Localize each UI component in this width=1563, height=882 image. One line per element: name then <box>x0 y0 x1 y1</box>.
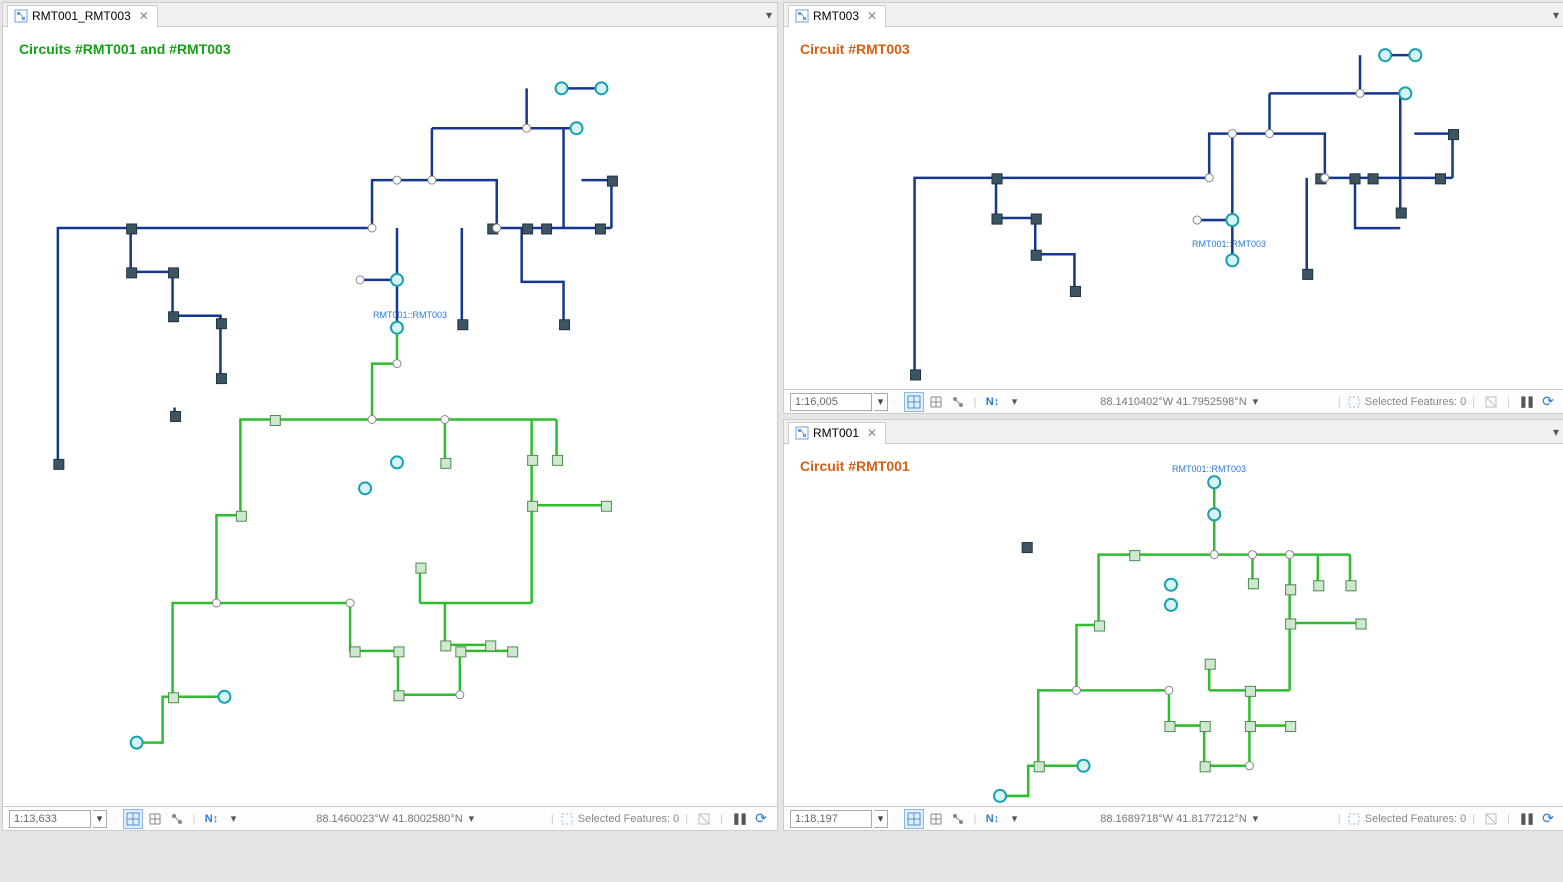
scale-input[interactable]: 1:16,005 <box>790 393 872 411</box>
diagram-svg <box>3 27 777 806</box>
selected-features: Selected Features: 0 <box>1347 395 1467 409</box>
coords-text: 88.1689718°W 41.8177212°N <box>1100 813 1246 825</box>
tab-rmt001[interactable]: RMT001 ✕ <box>788 422 886 444</box>
selection-icon <box>1347 395 1361 409</box>
clear-selected-icon[interactable] <box>1481 809 1501 829</box>
tabbar: RMT001_RMT003 ✕ ▾ <box>3 3 777 27</box>
chevron-down-icon[interactable]: ▾ <box>761 8 777 22</box>
diagram-svg <box>784 27 1563 389</box>
chevron-down-icon[interactable]: ▾ <box>1548 8 1563 22</box>
snap-grid-icon[interactable] <box>123 809 143 829</box>
tab-label: RMT003 <box>813 9 859 23</box>
panel-rmt001: RMT001 ✕ ▾ Circuit #RMT001 RMT001::RMT00… <box>783 419 1563 831</box>
canvas-rmt001[interactable]: Circuit #RMT001 RMT001::RMT003 <box>784 444 1563 806</box>
pause-icon[interactable]: ❚❚ <box>1516 392 1536 412</box>
tab-rmt003[interactable]: RMT003 ✕ <box>788 5 886 27</box>
snap-grid-icon[interactable] <box>904 809 924 829</box>
close-icon[interactable]: ✕ <box>139 9 149 23</box>
pause-icon[interactable]: ❚❚ <box>729 809 749 829</box>
refresh-icon[interactable]: ⟳ <box>751 809 771 829</box>
tabbar: RMT001 ✕ ▾ <box>784 420 1563 444</box>
coords-text: 88.1410402°W 41.7952598°N <box>1100 396 1246 408</box>
tab-label: RMT001_RMT003 <box>32 9 131 23</box>
diagram-svg <box>784 444 1563 806</box>
statusbar: 1:18,197 ▾ · | N↕ ▾ 88.1689718°W 41.8177… <box>784 806 1563 830</box>
grid-icon[interactable] <box>926 392 946 412</box>
tab-combined[interactable]: RMT001_RMT003 ✕ <box>7 5 158 27</box>
clear-selected-icon[interactable] <box>694 809 714 829</box>
selection-icon <box>1347 812 1361 826</box>
coords-dropdown-icon[interactable]: ▾ <box>1253 812 1259 825</box>
panel-combined: RMT001_RMT003 ✕ ▾ Circuits #RMT001 and #… <box>2 2 778 831</box>
canvas-combined[interactable]: Circuits #RMT001 and #RMT003 RMT001::RMT… <box>3 27 777 806</box>
diagram-icon <box>14 9 28 23</box>
snap-grid-icon[interactable] <box>904 392 924 412</box>
tab-label: RMT001 <box>813 426 859 440</box>
chevron-down-icon[interactable]: ▾ <box>1548 425 1563 439</box>
north-arrow-icon[interactable]: N↕ <box>202 809 222 829</box>
chevron-down-icon[interactable]: ▾ <box>1005 809 1025 829</box>
snap-icon[interactable] <box>948 809 968 829</box>
scale-dropdown[interactable]: ▾ <box>93 810 107 828</box>
pause-icon[interactable]: ❚❚ <box>1516 809 1536 829</box>
diagram-icon <box>795 426 809 440</box>
close-icon[interactable]: ✕ <box>867 426 877 440</box>
canvas-rmt003[interactable]: Circuit #RMT003 RMT001::RMT003 <box>784 27 1563 389</box>
scale-input[interactable]: 1:13,633 <box>9 810 91 828</box>
grid-icon[interactable] <box>145 809 165 829</box>
selected-features: Selected Features: 0 <box>560 812 680 826</box>
north-arrow-icon[interactable]: N↕ <box>983 392 1003 412</box>
tabbar: RMT003 ✕ ▾ <box>784 3 1563 27</box>
grid-icon[interactable] <box>926 809 946 829</box>
statusbar: 1:13,633 ▾ · | N↕ ▾ 88.1460023°W 41.8002… <box>3 806 777 830</box>
close-icon[interactable]: ✕ <box>867 9 877 23</box>
coords-dropdown-icon[interactable]: ▾ <box>469 812 475 825</box>
snap-icon[interactable] <box>948 392 968 412</box>
coords-text: 88.1460023°W 41.8002580°N <box>316 813 462 825</box>
north-arrow-icon[interactable]: N↕ <box>983 809 1003 829</box>
chevron-down-icon[interactable]: ▾ <box>1005 392 1025 412</box>
panel-rmt003: RMT003 ✕ ▾ Circuit #RMT003 RMT001::RMT00… <box>783 2 1563 414</box>
coords-dropdown-icon[interactable]: ▾ <box>1253 395 1259 408</box>
chevron-down-icon[interactable]: ▾ <box>224 809 244 829</box>
statusbar: 1:16,005 ▾ · | N↕ ▾ 88.1410402°W 41.7952… <box>784 389 1563 413</box>
selection-icon <box>560 812 574 826</box>
scale-dropdown[interactable]: ▾ <box>874 810 888 828</box>
scale-dropdown[interactable]: ▾ <box>874 393 888 411</box>
refresh-icon[interactable]: ⟳ <box>1538 392 1558 412</box>
scale-input[interactable]: 1:18,197 <box>790 810 872 828</box>
clear-selected-icon[interactable] <box>1481 392 1501 412</box>
refresh-icon[interactable]: ⟳ <box>1538 809 1558 829</box>
diagram-icon <box>795 9 809 23</box>
selected-features: Selected Features: 0 <box>1347 812 1467 826</box>
snap-icon[interactable] <box>167 809 187 829</box>
